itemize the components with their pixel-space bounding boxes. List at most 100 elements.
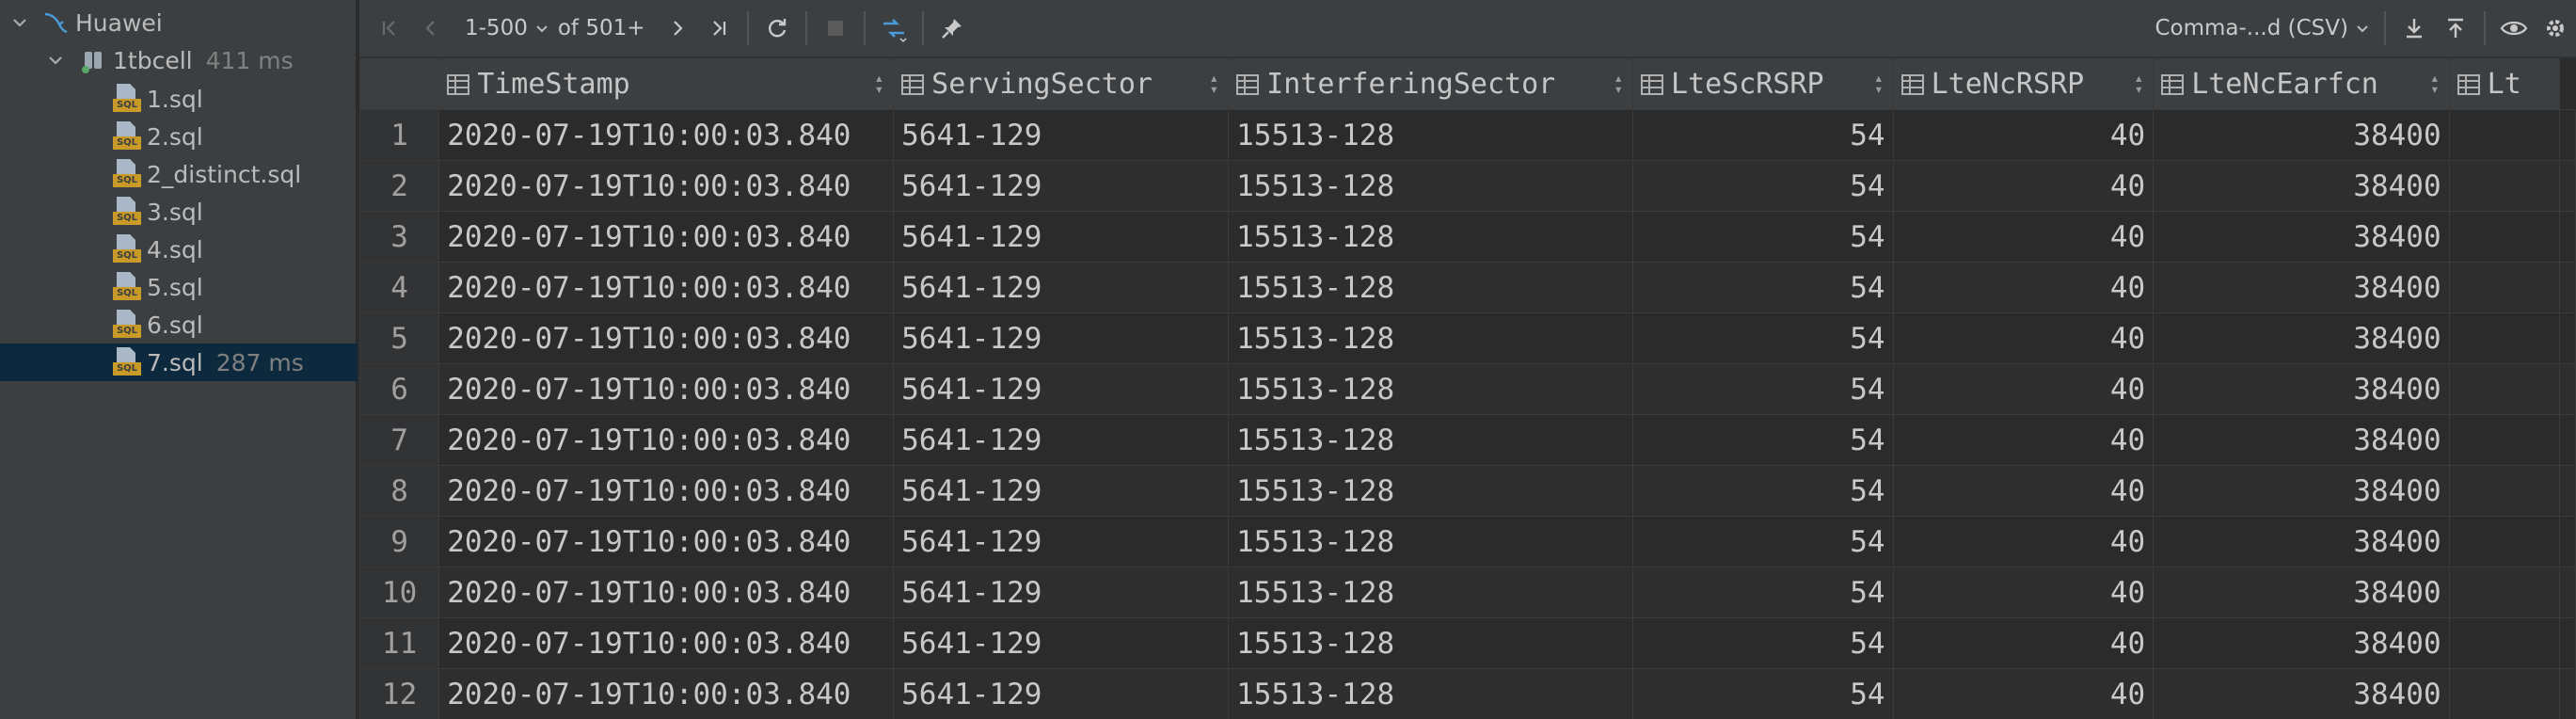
table-row[interactable]: 3 2020-07-19T10:00:03.840 5641-129 15513-12…: [359, 211, 2576, 263]
table-cell[interactable]: 38400: [2153, 262, 2450, 313]
tree-file-4-sql[interactable]: SQL 4.sql: [0, 231, 358, 268]
column-header-lt[interactable]: Lt: [2448, 58, 2561, 110]
table-cell[interactable]: 5641-129: [893, 109, 1230, 161]
table-cell[interactable]: 40: [1892, 668, 2155, 719]
row-number[interactable]: 9: [359, 516, 440, 567]
table-cell[interactable]: 54: [1632, 617, 1894, 669]
table-cell[interactable]: 2020-07-19T10:00:03.840: [438, 211, 895, 263]
chevron-down-icon[interactable]: [45, 50, 66, 71]
column-header-ltescrsrp[interactable]: LteScRSRP ▴ ▾: [1632, 58, 1894, 110]
table-cell[interactable]: [2448, 160, 2561, 212]
table-cell[interactable]: 15513-128: [1228, 567, 1633, 618]
table-cell[interactable]: 54: [1632, 516, 1894, 567]
table-cell[interactable]: 40: [1892, 211, 2155, 263]
column-header-ltencearfcn[interactable]: LteNcEarfcn ▴ ▾: [2153, 58, 2450, 110]
sort-arrows-icon[interactable]: ▴ ▾: [1614, 71, 1623, 97]
tree-file-7-sql[interactable]: SQL 7.sql 287 ms: [0, 344, 358, 381]
table-cell[interactable]: 5641-129: [893, 465, 1230, 517]
table-cell[interactable]: 40: [1892, 363, 2155, 415]
transaction-mode-icon[interactable]: [873, 8, 914, 49]
table-cell[interactable]: 15513-128: [1228, 109, 1633, 161]
table-cell[interactable]: 15513-128: [1228, 668, 1633, 719]
sort-arrows-icon[interactable]: ▴ ▾: [875, 71, 884, 97]
table-cell[interactable]: 15513-128: [1228, 312, 1633, 364]
table-row[interactable]: 9 2020-07-19T10:00:03.840 5641-129 15513-12…: [359, 516, 2576, 567]
table-cell[interactable]: 2020-07-19T10:00:03.840: [438, 617, 895, 669]
stop-button[interactable]: [815, 8, 856, 49]
table-cell[interactable]: 54: [1632, 668, 1894, 719]
table-cell[interactable]: 38400: [2153, 312, 2450, 364]
table-cell[interactable]: 54: [1632, 160, 1894, 212]
table-cell[interactable]: 2020-07-19T10:00:03.840: [438, 363, 895, 415]
table-cell[interactable]: 2020-07-19T10:00:03.840: [438, 262, 895, 313]
table-cell[interactable]: 54: [1632, 567, 1894, 618]
sort-arrows-icon[interactable]: ▴ ▾: [2430, 71, 2440, 97]
table-cell[interactable]: 38400: [2153, 516, 2450, 567]
view-options-eye-icon[interactable]: [2493, 8, 2535, 49]
table-row[interactable]: 10 2020-07-19T10:00:03.840 5641-129 15513-1…: [359, 567, 2576, 618]
page-range-selector[interactable]: 1-500: [465, 16, 528, 40]
table-cell[interactable]: [2448, 312, 2561, 364]
table-cell[interactable]: 5641-129: [893, 363, 1230, 415]
table-cell[interactable]: 15513-128: [1228, 414, 1633, 466]
tree-file-2-distinct-sql[interactable]: SQL 2_distinct.sql: [0, 155, 358, 193]
chevron-down-icon[interactable]: [9, 12, 30, 33]
tree-node-huawei[interactable]: Huawei: [0, 4, 358, 41]
column-header-ltencrsrp[interactable]: LteNcRSRP ▴ ▾: [1892, 58, 2155, 110]
table-cell[interactable]: [2448, 567, 2561, 618]
table-cell[interactable]: [2448, 516, 2561, 567]
table-cell[interactable]: 5641-129: [893, 668, 1230, 719]
next-page-button[interactable]: [657, 8, 698, 49]
last-page-button[interactable]: [698, 8, 739, 49]
table-cell[interactable]: [2448, 465, 2561, 517]
table-cell[interactable]: 40: [1892, 312, 2155, 364]
export-format-selector[interactable]: Comma-...d (CSV): [2155, 16, 2348, 40]
table-row[interactable]: 6 2020-07-19T10:00:03.840 5641-129 15513-12…: [359, 363, 2576, 415]
table-row[interactable]: 11 2020-07-19T10:00:03.840 5641-129 15513-1…: [359, 617, 2576, 669]
table-cell[interactable]: [2448, 363, 2561, 415]
table-cell[interactable]: 54: [1632, 312, 1894, 364]
table-cell[interactable]: 15513-128: [1228, 262, 1633, 313]
row-number[interactable]: 2: [359, 160, 440, 212]
table-row[interactable]: 1 2020-07-19T10:00:03.840 5641-129 15513-12…: [359, 109, 2576, 161]
table-cell[interactable]: 40: [1892, 567, 2155, 618]
table-cell[interactable]: 5641-129: [893, 211, 1230, 263]
table-cell[interactable]: 5641-129: [893, 414, 1230, 466]
table-cell[interactable]: [2448, 668, 2561, 719]
row-number[interactable]: 1: [359, 109, 440, 161]
table-cell[interactable]: 54: [1632, 465, 1894, 517]
row-number[interactable]: 3: [359, 211, 440, 263]
table-cell[interactable]: 15513-128: [1228, 363, 1633, 415]
table-cell[interactable]: 2020-07-19T10:00:03.840: [438, 668, 895, 719]
pin-tab-icon[interactable]: [931, 8, 973, 49]
previous-page-button[interactable]: [410, 8, 452, 49]
table-cell[interactable]: 54: [1632, 363, 1894, 415]
table-cell[interactable]: 38400: [2153, 567, 2450, 618]
row-number[interactable]: 12: [359, 668, 440, 719]
table-row[interactable]: 2 2020-07-19T10:00:03.840 5641-129 15513-12…: [359, 160, 2576, 212]
column-header-interferingsector[interactable]: InterferingSector ▴ ▾: [1228, 58, 1633, 110]
table-cell[interactable]: 40: [1892, 414, 2155, 466]
table-cell[interactable]: 40: [1892, 109, 2155, 161]
tree-file-3-sql[interactable]: SQL 3.sql: [0, 193, 358, 231]
table-cell[interactable]: 54: [1632, 414, 1894, 466]
row-number[interactable]: 8: [359, 465, 440, 517]
table-cell[interactable]: 40: [1892, 465, 2155, 517]
table-cell[interactable]: 54: [1632, 262, 1894, 313]
table-cell[interactable]: [2448, 109, 2561, 161]
table-cell[interactable]: 40: [1892, 617, 2155, 669]
table-cell[interactable]: 5641-129: [893, 262, 1230, 313]
tree-file-2-sql[interactable]: SQL 2.sql: [0, 118, 358, 155]
table-cell[interactable]: 40: [1892, 160, 2155, 212]
column-header-timestamp[interactable]: TimeStamp ▴ ▾: [438, 58, 895, 110]
table-cell[interactable]: 2020-07-19T10:00:03.840: [438, 567, 895, 618]
table-row[interactable]: 7 2020-07-19T10:00:03.840 5641-129 15513-12…: [359, 414, 2576, 466]
table-cell[interactable]: [2448, 211, 2561, 263]
table-cell[interactable]: 2020-07-19T10:00:03.840: [438, 312, 895, 364]
table-cell[interactable]: 38400: [2153, 363, 2450, 415]
download-icon[interactable]: [2393, 8, 2435, 49]
table-cell[interactable]: 40: [1892, 516, 2155, 567]
table-cell[interactable]: 38400: [2153, 160, 2450, 212]
table-cell[interactable]: 38400: [2153, 617, 2450, 669]
row-number[interactable]: 4: [359, 262, 440, 313]
